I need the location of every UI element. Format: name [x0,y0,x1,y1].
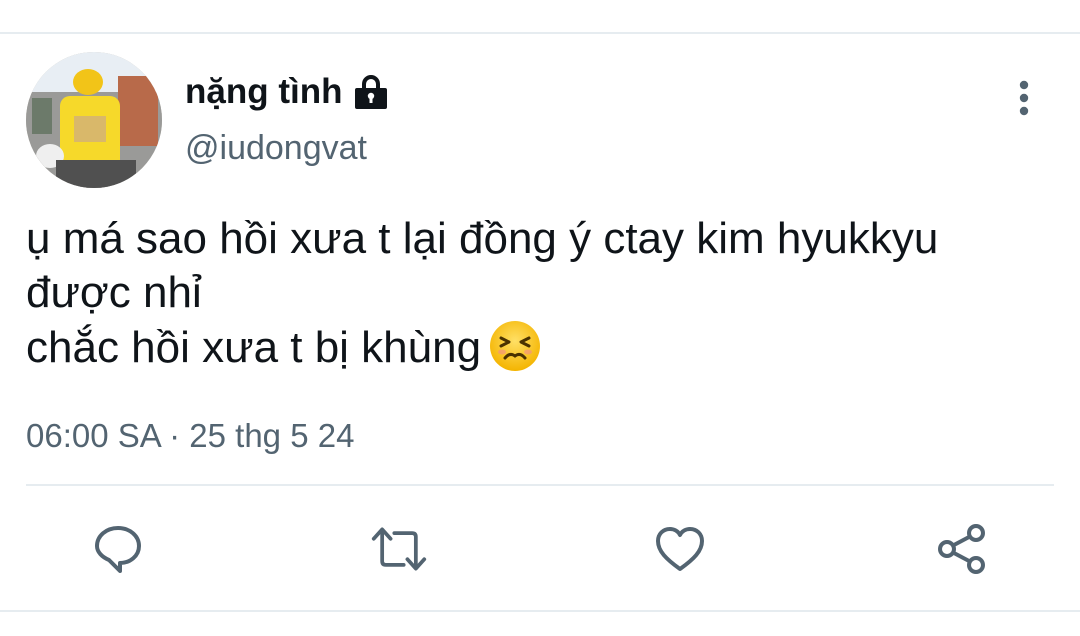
like-icon [656,527,704,571]
avatar-image [26,52,162,188]
bottom-divider [0,610,1080,612]
top-divider [0,32,1080,34]
tweet-text: ụ má sao hồi xưa t lại đồng ý ctay kim h… [26,212,1056,375]
lock-icon [352,74,390,110]
handle[interactable]: @iudongvat [185,128,367,168]
tweet-line: được nhỉ [26,268,202,317]
divider [26,484,1054,486]
persevering-face-emoji [489,320,541,372]
display-name[interactable]: nặng tình [185,72,342,112]
like-button[interactable] [651,520,709,578]
share-button[interactable] [933,520,991,578]
display-name-row[interactable]: nặng tình [185,72,390,112]
reply-button[interactable] [89,520,147,578]
more-vertical-icon [1019,80,1029,116]
tweet-line: chắc hồi xưa t bị khùng [26,323,482,372]
retweet-button[interactable] [370,520,428,578]
tweet-line-with-emoji: chắc hồi xưa t bị khùng [26,320,1056,375]
action-bar [0,520,1080,578]
share-icon [938,524,985,574]
avatar[interactable] [26,52,162,188]
tweet-timestamp[interactable]: 06:00 SA · 25 thg 5 24 [26,416,354,456]
tweet-line: ụ má sao hồi xưa t lại đồng ý ctay kim h… [26,214,939,263]
reply-icon [95,526,141,573]
retweet-icon [371,527,427,571]
more-options-button[interactable] [1004,76,1044,120]
